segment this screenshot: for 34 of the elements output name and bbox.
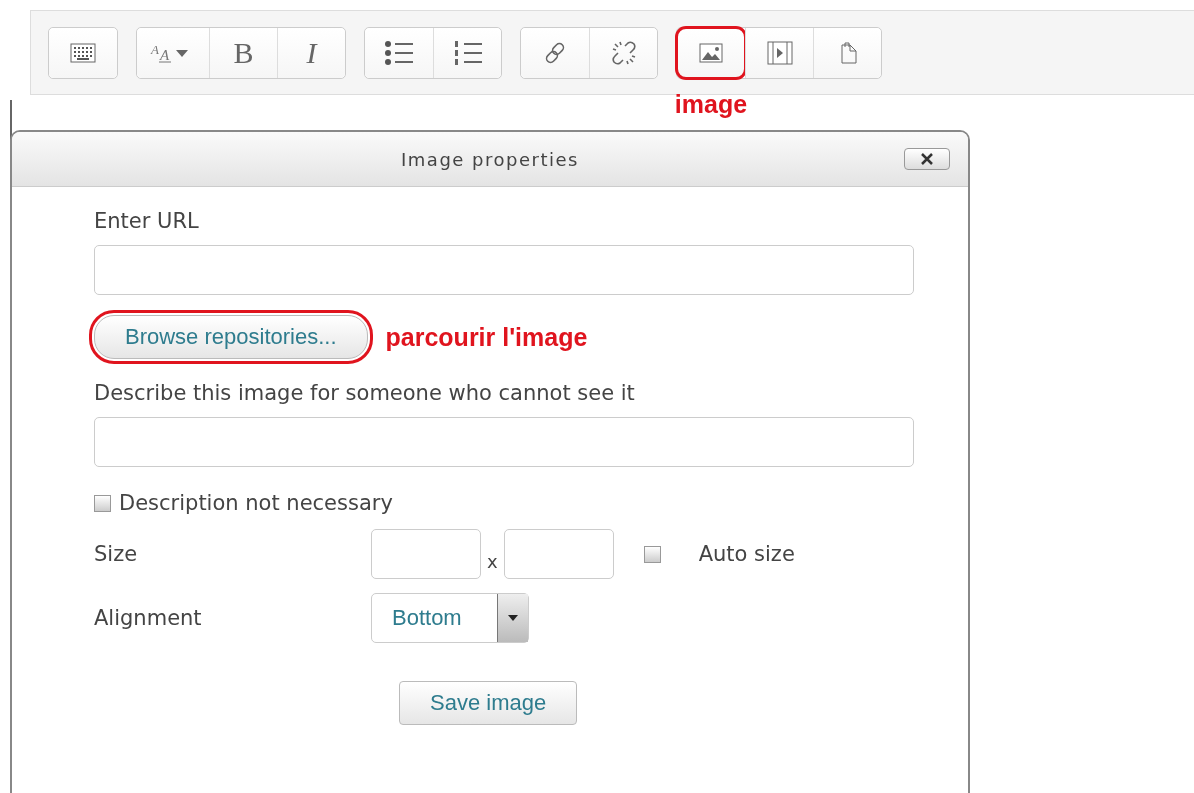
close-icon [921,153,933,165]
film-icon [766,41,793,65]
toolbar-button[interactable] [433,28,501,78]
toolbar-button[interactable]: I [277,28,345,78]
description-field[interactable] [94,417,914,467]
height-field[interactable] [503,529,614,579]
bullet-list-icon [384,40,414,66]
annotation-label: image [674,90,748,119]
size-separator: x [487,550,498,572]
alignment-label: Alignment [94,606,203,630]
annotation-label: parcourir l'image [385,322,588,352]
checkbox[interactable] [94,494,111,512]
save-image-button[interactable]: Save image [399,681,578,725]
dropdown-arrow-icon [508,615,518,621]
toolbar-button[interactable]: B [209,28,277,78]
checkbox-label: Auto size [698,542,795,566]
toolbar-button[interactable] [365,28,433,78]
width-field[interactable] [371,529,481,579]
checkbox[interactable] [643,545,661,563]
broken-link-icon [610,40,637,66]
toolbar-button[interactable] [49,28,117,78]
image-icon [699,43,723,63]
link-icon [543,41,567,65]
checkbox-label: Description not necessary [119,491,393,515]
size-label: Size [94,542,139,566]
alignment-dropdown[interactable]: Bottom [371,593,529,643]
description-label: Describe this image for someone who cannot see it [94,381,635,405]
toolbar-button[interactable] [521,28,589,78]
url-field[interactable] [94,245,914,295]
dialog-title: Image properties [401,148,579,170]
keyboard-icon [70,43,96,63]
url-label: Enter URL [94,209,199,233]
close-button[interactable] [904,148,950,170]
numbered-list-icon [452,40,483,66]
